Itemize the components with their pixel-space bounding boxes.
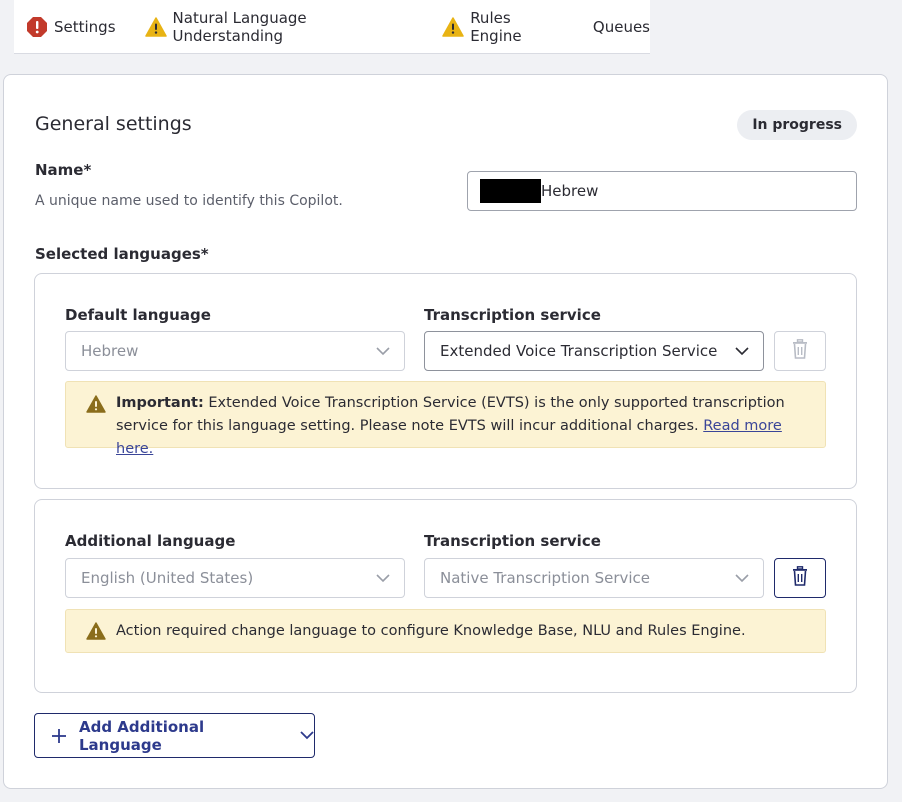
trash-icon <box>792 566 808 590</box>
name-help-text: A unique name used to identify this Copi… <box>35 193 343 209</box>
warning-icon <box>442 16 464 37</box>
additional-language-select[interactable]: English (United States) <box>65 558 405 598</box>
tab-rules-engine-label: Rules Engine <box>470 8 522 45</box>
name-label: Name* <box>35 161 92 179</box>
evts-alert: Important: Extended Voice Transcription … <box>65 381 826 457</box>
warning-icon <box>144 16 167 37</box>
tab-queues-label: Queues <box>592 17 650 36</box>
section-title: General settings <box>35 113 192 135</box>
tab-natural-language-understanding[interactable]: Natural Language Understanding <box>144 0 414 54</box>
additional-transcription-value: Native Transcription Service <box>440 569 651 587</box>
additional-transcription-select[interactable]: Native Transcription Service <box>424 558 764 598</box>
default-transcription-value: Extended Voice Transcription Service <box>440 342 718 360</box>
plus-icon <box>51 728 67 744</box>
chevron-down-icon <box>300 731 314 740</box>
default-language-box: Default language Transcription service H… <box>34 273 857 489</box>
default-transcription-select[interactable]: Extended Voice Transcription Service <box>424 331 764 371</box>
chevron-down-icon <box>735 342 749 360</box>
default-language-value: Hebrew <box>81 342 139 360</box>
warning-icon <box>86 622 106 648</box>
add-language-label: Add Additional Language <box>79 717 205 754</box>
additional-language-value: English (United States) <box>81 569 254 587</box>
chevron-down-icon <box>376 342 390 360</box>
redacted-block <box>480 179 541 203</box>
general-settings-card: General settings In progress Name* A uni… <box>3 74 888 789</box>
tab-settings-label: Settings <box>54 17 116 36</box>
status-badge: In progress <box>737 110 857 140</box>
delete-default-language-button[interactable] <box>774 331 826 371</box>
tab-queues[interactable]: Queues <box>593 0 650 54</box>
default-language-label: Default language <box>65 306 211 324</box>
default-language-select[interactable]: Hebrew <box>65 331 405 371</box>
alert-strong-label: Important: <box>116 395 204 411</box>
action-required-alert: Action required change language to confi… <box>65 609 826 653</box>
tab-rules-engine[interactable]: Rules Engine <box>442 0 563 54</box>
evts-alert-text: Important: Extended Voice Transcription … <box>116 392 805 461</box>
tab-settings[interactable]: Settings <box>26 0 116 54</box>
additional-language-label: Additional language <box>65 532 236 550</box>
chevron-down-icon <box>735 569 749 587</box>
delete-additional-language-button[interactable] <box>774 558 826 598</box>
tab-bar: Settings Natural Language Understanding … <box>0 0 902 55</box>
additional-language-box: Additional language Transcription servic… <box>34 499 857 693</box>
tab-nlu-label: Natural Language Understanding <box>172 8 307 45</box>
trash-icon <box>792 339 808 363</box>
add-additional-language-button[interactable]: Add Additional Language <box>34 713 315 758</box>
default-transcription-label: Transcription service <box>424 306 601 324</box>
warning-icon <box>86 395 106 421</box>
chevron-down-icon <box>376 569 390 587</box>
error-octagon-icon <box>26 16 48 38</box>
alert-message: Extended Voice Transcription Service (EV… <box>116 395 785 434</box>
action-required-text: Action required change language to confi… <box>116 623 746 639</box>
tab-list: Settings Natural Language Understanding … <box>14 0 650 54</box>
selected-languages-label: Selected languages* <box>35 245 209 263</box>
name-input-value: Hebrew <box>541 182 599 200</box>
name-input[interactable]: Hebrew <box>467 171 857 211</box>
additional-transcription-label: Transcription service <box>424 532 601 550</box>
